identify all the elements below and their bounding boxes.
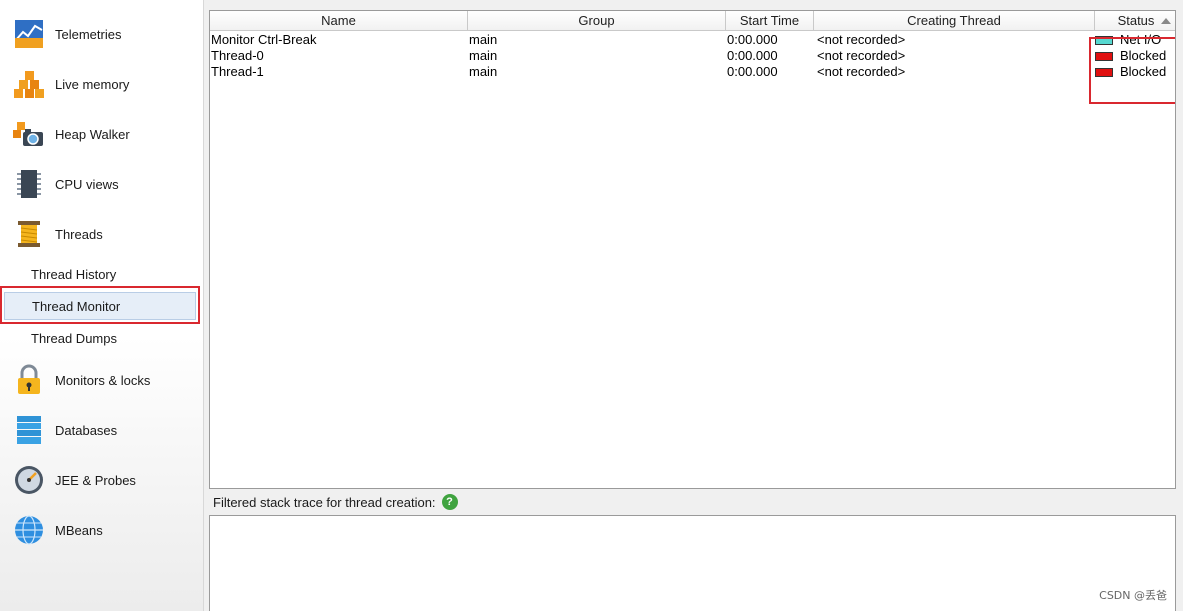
sidebar-item-label: CPU views xyxy=(55,176,119,192)
sidebar-subitem-label: Thread History xyxy=(31,266,117,282)
cell-start-time: 0:00.000 xyxy=(727,64,778,79)
stack-trace-header: Filtered stack trace for thread creation… xyxy=(213,494,458,510)
sidebar-item-threads[interactable]: Threads xyxy=(0,212,203,256)
sidebar-item-label: Telemetries xyxy=(55,26,122,42)
cell-name: Monitor Ctrl-Break xyxy=(211,32,317,47)
sidebar-item-label: Threads xyxy=(55,226,103,242)
cell-creating-thread: <not recorded> xyxy=(817,64,906,79)
sidebar-item-label: JEE & Probes xyxy=(55,472,136,488)
sidebar-item-mbeans[interactable]: MBeans xyxy=(0,508,203,552)
table-row[interactable]: Monitor Ctrl-Break main 0:00.000 <not re… xyxy=(210,32,1175,48)
watermark-text: CSDN @丢爸 xyxy=(1099,589,1167,602)
live-memory-icon xyxy=(14,71,44,98)
table-row[interactable]: Thread-1 main 0:00.000 <not recorded> Bl… xyxy=(210,64,1175,80)
cell-start-time: 0:00.000 xyxy=(727,48,778,63)
sidebar-item-label: Live memory xyxy=(55,76,130,92)
column-header-name[interactable]: Name xyxy=(210,11,468,31)
cell-group: main xyxy=(469,32,498,47)
databases-icon xyxy=(17,416,41,444)
column-header-start-time[interactable]: Start Time xyxy=(726,11,814,31)
sidebar-item-heap-walker[interactable]: Heap Walker xyxy=(0,112,203,156)
sidebar-item-label: MBeans xyxy=(55,522,103,538)
sort-ascending-icon xyxy=(1161,18,1171,24)
cell-start-time: 0:00.000 xyxy=(727,32,778,47)
cell-creating-thread: <not recorded> xyxy=(817,32,906,47)
highlight-box-status xyxy=(1089,37,1175,104)
globe-icon xyxy=(15,515,43,545)
highlight-box-thread-monitor xyxy=(0,286,200,324)
column-header-status[interactable]: Status xyxy=(1095,11,1175,31)
cell-creating-thread: <not recorded> xyxy=(817,48,906,63)
cell-name: Thread-0 xyxy=(211,48,264,63)
column-header-group[interactable]: Group xyxy=(468,11,726,31)
sidebar-item-label: Monitors & locks xyxy=(55,372,151,388)
threads-icon xyxy=(18,221,40,247)
stack-trace-panel[interactable] xyxy=(209,515,1176,611)
cpu-views-icon xyxy=(17,170,41,198)
cell-name: Thread-1 xyxy=(211,64,264,79)
column-header-creating-thread[interactable]: Creating Thread xyxy=(814,11,1095,31)
telemetries-icon xyxy=(15,20,43,48)
main-panel: Name Group Start Time Creating Thread St… xyxy=(204,0,1183,611)
thread-table: Name Group Start Time Creating Thread St… xyxy=(209,10,1176,489)
lock-icon xyxy=(18,364,40,394)
cell-group: main xyxy=(469,64,498,79)
sidebar-subitem-thread-dumps[interactable]: Thread Dumps xyxy=(4,324,196,352)
sidebar-item-databases[interactable]: Databases xyxy=(0,408,203,452)
sidebar-item-cpu-views[interactable]: CPU views xyxy=(0,162,203,206)
sidebar: Telemetries Live memory Heap Walker CPU … xyxy=(0,0,204,611)
table-row[interactable]: Thread-0 main 0:00.000 <not recorded> Bl… xyxy=(210,48,1175,64)
sidebar-item-jee-probes[interactable]: JEE & Probes xyxy=(0,458,203,502)
gauge-icon xyxy=(15,466,43,494)
help-icon[interactable]: ? xyxy=(441,494,458,510)
heap-walker-icon xyxy=(13,122,43,146)
sidebar-item-telemetries[interactable]: Telemetries xyxy=(0,12,203,56)
sidebar-item-label: Databases xyxy=(55,422,118,438)
sidebar-subitem-label: Thread Dumps xyxy=(31,330,117,346)
sidebar-item-live-memory[interactable]: Live memory xyxy=(0,62,203,106)
sidebar-subitem-thread-history[interactable]: Thread History xyxy=(4,260,196,288)
cell-group: main xyxy=(469,48,498,63)
table-header: Name Group Start Time Creating Thread St… xyxy=(210,11,1175,31)
column-header-status-label: Status xyxy=(1117,13,1155,28)
sidebar-item-monitors-locks[interactable]: Monitors & locks xyxy=(0,358,203,402)
sidebar-item-label: Heap Walker xyxy=(55,126,130,142)
stack-trace-label: Filtered stack trace for thread creation… xyxy=(213,494,436,510)
